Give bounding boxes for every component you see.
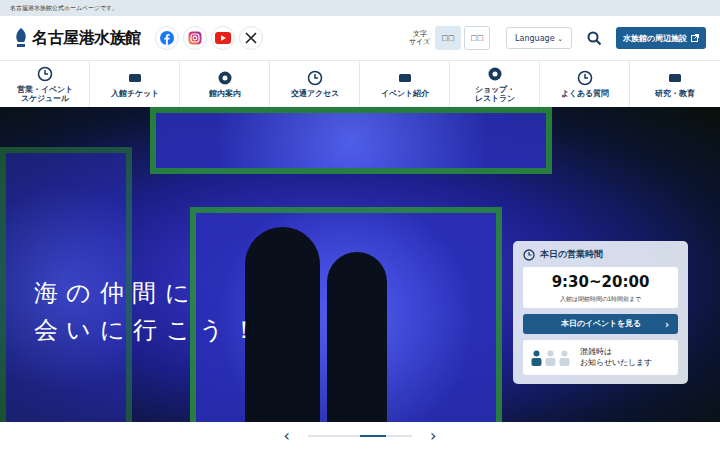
font-size-control: 文字 サイズ □□□□	[409, 26, 490, 50]
font-size-button[interactable]: □□	[464, 26, 490, 50]
page: 名古屋港水族館公式ホームページです。名古屋港水族館 文字 サイズ □□□□ Langu…	[0, 0, 720, 450]
nav-icon	[217, 70, 233, 86]
nav-icon	[397, 70, 413, 86]
nav-icon	[37, 66, 53, 82]
person-icon	[531, 350, 542, 366]
hours-card: 本日の営業時間 9:30~20:00入館は閉館時間の1時間前まで本日のイベントを見…	[513, 241, 688, 384]
logo[interactable]: 名古屋港水族館	[14, 27, 141, 49]
hours-box: 9:30~20:00入館は閉館時間の1時間前まで	[523, 267, 678, 308]
carousel-track	[308, 435, 412, 437]
hero-headline: 海の仲間に会いに行こう！	[34, 275, 265, 349]
carousel-indicator	[360, 435, 386, 437]
nav-item[interactable]: 研究・教育	[630, 61, 720, 107]
language-button[interactable]: Language ⌄	[506, 27, 572, 49]
header: 名古屋港水族館 文字 サイズ □□□□ Language ⌄ 水族館の周辺施設	[0, 16, 720, 60]
facebook-icon[interactable]	[155, 26, 179, 50]
youtube-icon[interactable]	[211, 26, 235, 50]
nav-icon	[307, 70, 323, 86]
nav-item[interactable]: 営業・イベント スケジュール	[0, 61, 90, 107]
person-icon	[559, 350, 570, 366]
nav-icon	[487, 66, 503, 82]
external-link-icon	[691, 34, 699, 42]
nav-item[interactable]: 館内案内	[180, 61, 270, 107]
carousel-next[interactable]: ›	[424, 428, 442, 444]
today-events-button[interactable]: 本日のイベントを見る›	[523, 314, 678, 334]
hero: 海の仲間に会いに行こう！ 本日の営業時間 9:30~20:00入館は閉館時間の1時間…	[0, 107, 720, 422]
nav-item[interactable]: 入館チケット	[90, 61, 180, 107]
x-icon[interactable]	[239, 26, 263, 50]
nav-item[interactable]: イベント紹介	[360, 61, 450, 107]
nav-icon	[577, 70, 593, 86]
crowd-status: 混雑時は お知らせいたします	[523, 340, 678, 375]
font-size-label: 文字 サイズ	[409, 30, 430, 47]
nav-item[interactable]: よくある質問	[540, 61, 630, 107]
search-icon[interactable]	[582, 31, 606, 46]
carousel-controls: ‹›	[0, 422, 720, 450]
nav-icon	[667, 70, 683, 86]
nearby-facilities-button[interactable]: 水族館の周辺施設	[616, 27, 706, 49]
instagram-icon[interactable]	[183, 26, 207, 50]
font-size-button[interactable]: □□	[435, 26, 461, 50]
nav-item[interactable]: 交通アクセス	[270, 61, 360, 107]
person-icon	[545, 350, 556, 366]
nav-item[interactable]: ショップ・ レストラン	[450, 61, 540, 107]
clock-icon	[523, 249, 535, 261]
carousel-prev[interactable]: ‹	[278, 428, 296, 444]
main-nav: 営業・イベント スケジュール入館チケット館内案内交通アクセスイベント紹介ショップ…	[0, 60, 720, 107]
top-bar: 名古屋港水族館公式ホームページです。	[0, 0, 720, 16]
hours-title: 本日の営業時間	[540, 249, 603, 261]
nav-icon	[127, 70, 143, 86]
logo-icon	[14, 27, 28, 49]
